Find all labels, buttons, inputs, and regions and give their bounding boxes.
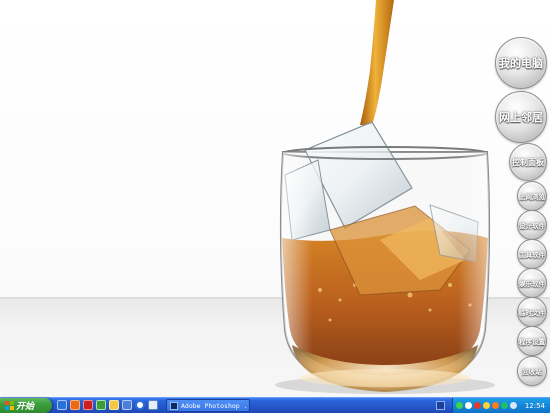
tool-software-label: 工具软件 xyxy=(519,251,545,259)
ie-icon[interactable] xyxy=(57,400,67,410)
desktop[interactable]: 我的电脑 网上邻居 控制面板 上网浏览 设计软件 工具软件 娱乐软件 临时文件 … xyxy=(0,0,550,397)
show-desktop-icon[interactable] xyxy=(122,400,132,410)
start-label: 开始 xyxy=(16,402,35,412)
web-browse-label: 上网浏览 xyxy=(519,193,545,201)
office-icon[interactable] xyxy=(70,400,80,410)
taskbar: 开始 Adobe Photoshop ... 12:54 xyxy=(0,397,550,413)
media-icon[interactable] xyxy=(135,400,145,410)
tool-software-button[interactable]: 工具软件 xyxy=(517,239,547,269)
network-places-button[interactable]: 网上邻居 xyxy=(495,91,547,143)
antivirus-icon[interactable] xyxy=(492,402,499,409)
windows-logo-icon xyxy=(5,401,14,410)
system-tray: 12:54 xyxy=(452,398,550,413)
photoshop-icon xyxy=(170,401,178,410)
task-button-photoshop[interactable]: Adobe Photoshop ... xyxy=(166,399,250,412)
my-computer-button[interactable]: 我的电脑 xyxy=(495,37,547,89)
recycle-bin-button[interactable]: 回收站 xyxy=(517,356,547,386)
task-button-label: Adobe Photoshop ... xyxy=(181,401,250,410)
network-icon[interactable] xyxy=(456,402,463,409)
folder-icon[interactable] xyxy=(109,400,119,410)
control-panel-label: 控制面板 xyxy=(512,157,544,167)
qq-icon[interactable] xyxy=(501,402,508,409)
temp-files-label: 临时文件 xyxy=(519,309,545,317)
temp-files-button[interactable]: 临时文件 xyxy=(517,297,547,327)
quick-launch-bar xyxy=(57,400,158,412)
program-settings-label: 程序设置 xyxy=(519,338,545,346)
my-computer-label: 我的电脑 xyxy=(499,57,543,70)
security-icon[interactable] xyxy=(474,402,481,409)
wallpaper-whiskey-glass xyxy=(275,0,495,394)
keyboard-icon[interactable] xyxy=(436,401,445,410)
entertainment-software-button[interactable]: 娱乐软件 xyxy=(517,268,547,298)
dw-icon[interactable] xyxy=(96,400,106,410)
volume-icon[interactable] xyxy=(465,402,472,409)
flash-icon[interactable] xyxy=(83,400,93,410)
web-browse-button[interactable]: 上网浏览 xyxy=(517,181,547,211)
update-icon[interactable] xyxy=(483,402,490,409)
control-panel-button[interactable]: 控制面板 xyxy=(509,143,547,181)
start-button[interactable]: 开始 xyxy=(0,398,52,413)
entertainment-software-label: 娱乐软件 xyxy=(519,280,545,288)
recycle-bin-label: 回收站 xyxy=(522,368,542,376)
design-software-label: 设计软件 xyxy=(519,222,545,230)
program-settings-button[interactable]: 程序设置 xyxy=(517,326,547,356)
network-places-label: 网上邻居 xyxy=(499,111,543,124)
design-software-button[interactable]: 设计软件 xyxy=(517,210,547,240)
explorer-icon[interactable] xyxy=(148,400,158,410)
shield-icon[interactable] xyxy=(510,402,517,409)
clock[interactable]: 12:54 xyxy=(525,402,545,410)
